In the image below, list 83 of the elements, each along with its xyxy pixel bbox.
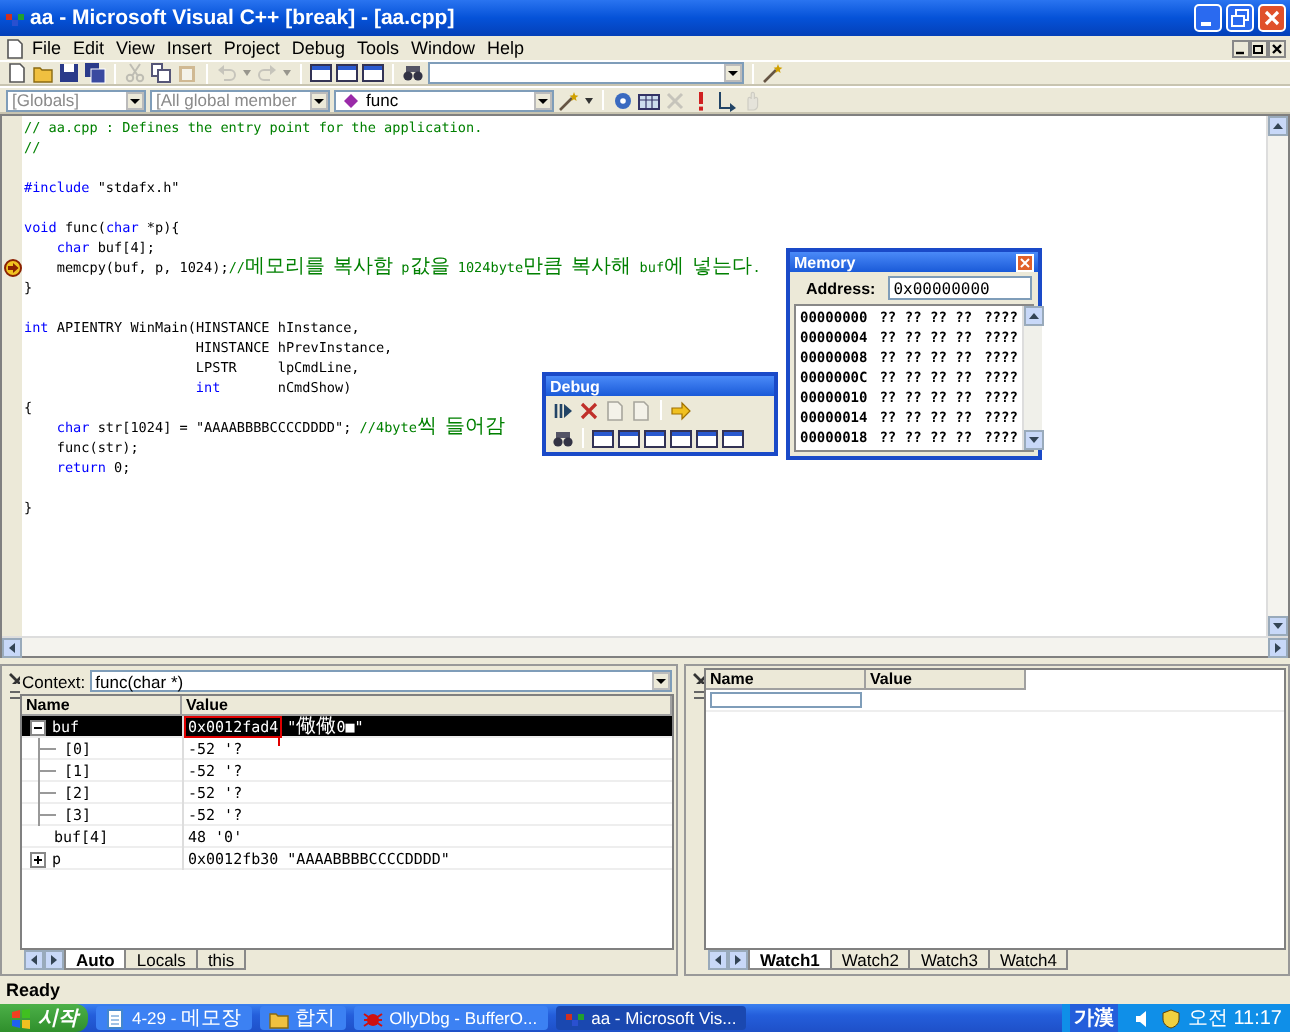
bug-icon <box>361 1007 384 1029</box>
binoculars-icon[interactable] <box>402 62 424 84</box>
menu-item[interactable]: View <box>110 37 161 59</box>
scrollbar[interactable] <box>1266 116 1288 636</box>
window-title: aa - Microsoft Visual C++ [break] - [aa.cpp] <box>30 6 457 30</box>
window-title: Memory <box>794 253 856 271</box>
window-icon[interactable] <box>592 427 614 449</box>
clock: 오전 11:17 <box>1187 1006 1282 1032</box>
input-method-indicator[interactable]: 가漢 <box>1069 1004 1118 1032</box>
scroll-left-icon[interactable] <box>2 638 22 658</box>
scroll-left-icon[interactable] <box>24 950 44 970</box>
window-icon[interactable] <box>696 427 718 449</box>
taskbar-button[interactable]: 합치 <box>259 1006 346 1030</box>
dropdown[interactable]: func <box>334 89 554 111</box>
taskbar-button[interactable]: aa - Microsoft Vis... <box>555 1006 747 1030</box>
window-icon[interactable] <box>336 62 358 84</box>
tab[interactable]: Watch1 <box>748 950 832 970</box>
taskbar-button[interactable]: OllyDbg - BufferO... <box>353 1006 548 1030</box>
scroll-down-icon[interactable] <box>1268 616 1288 636</box>
column-header[interactable]: Value <box>182 696 672 716</box>
menu-item[interactable]: Help <box>480 37 530 59</box>
collapse-icon[interactable] <box>30 719 46 735</box>
tab[interactable]: Watch4 <box>987 950 1069 970</box>
step-into-icon[interactable] <box>716 89 738 111</box>
window-icon[interactable] <box>362 62 384 84</box>
menu-item[interactable]: Insert <box>160 37 218 59</box>
taskbar-button[interactable]: 4-29 - 메모장 <box>96 1006 252 1030</box>
windows-logo-icon <box>10 1007 32 1029</box>
column-header[interactable]: Name <box>706 670 866 690</box>
scroll-down-icon[interactable] <box>1023 430 1044 450</box>
grip-icon[interactable] <box>5 686 19 700</box>
tab[interactable]: Watch2 <box>829 950 911 970</box>
scrollbar[interactable] <box>1021 306 1042 450</box>
menu-item[interactable]: Edit <box>67 37 111 59</box>
dropdown[interactable]: func(char *) <box>89 670 672 692</box>
grid-icon[interactable] <box>638 89 660 111</box>
input-field[interactable] <box>710 692 862 708</box>
scroll-right-icon[interactable] <box>44 950 64 970</box>
tab[interactable]: Watch3 <box>908 950 990 970</box>
restore-button[interactable] <box>1250 39 1268 57</box>
binoculars-icon[interactable] <box>552 427 574 449</box>
window-icon[interactable] <box>618 427 640 449</box>
page-icon[interactable] <box>6 62 28 84</box>
wand-icon[interactable] <box>762 62 784 84</box>
scrollbar[interactable] <box>2 636 1288 656</box>
restart-icon[interactable] <box>552 399 574 421</box>
tab[interactable]: Auto <box>64 950 127 970</box>
window-icon[interactable] <box>722 427 744 449</box>
column-header[interactable]: Value <box>866 670 1026 690</box>
scroll-left-icon[interactable] <box>708 950 728 970</box>
expand-icon[interactable] <box>30 851 46 867</box>
wand-icon[interactable] <box>558 89 580 111</box>
tab[interactable]: Locals <box>124 950 198 970</box>
clipboard-icon[interactable] <box>176 62 198 84</box>
minimize-button[interactable] <box>1232 39 1250 57</box>
folder-icon <box>267 1007 290 1029</box>
scroll-up-icon[interactable] <box>1023 306 1044 326</box>
menu-item[interactable]: Window <box>404 37 481 59</box>
copy-icon[interactable] <box>150 62 172 84</box>
disks-icon[interactable] <box>84 62 106 84</box>
window-icon[interactable] <box>670 427 692 449</box>
close-button[interactable] <box>1268 39 1286 57</box>
window-icon[interactable] <box>310 62 332 84</box>
menu-item[interactable]: File <box>26 37 68 59</box>
tab[interactable]: this <box>195 950 247 970</box>
notepad-icon <box>104 1007 126 1029</box>
column-header[interactable]: Name <box>22 696 182 716</box>
window-title: Debug <box>550 377 600 395</box>
shield-icon[interactable] <box>1159 1007 1182 1029</box>
scroll-right-icon[interactable] <box>1268 638 1288 658</box>
field-label: Context: <box>22 671 86 691</box>
status-text: Ready <box>6 980 61 1000</box>
scroll-right-icon[interactable] <box>728 950 748 970</box>
menu-item[interactable]: Project <box>217 37 286 59</box>
menu-item[interactable]: Tools <box>350 37 405 59</box>
field-label: Address: <box>806 279 876 297</box>
scroll-up-icon[interactable] <box>1268 116 1288 136</box>
menu-item[interactable]: Debug <box>285 37 351 59</box>
arrow-icon[interactable] <box>670 399 692 421</box>
stop-icon[interactable] <box>578 399 600 421</box>
grip-icon[interactable] <box>689 686 703 700</box>
window-icon[interactable] <box>644 427 666 449</box>
input-field[interactable]: 0x00000000 <box>887 276 1032 300</box>
